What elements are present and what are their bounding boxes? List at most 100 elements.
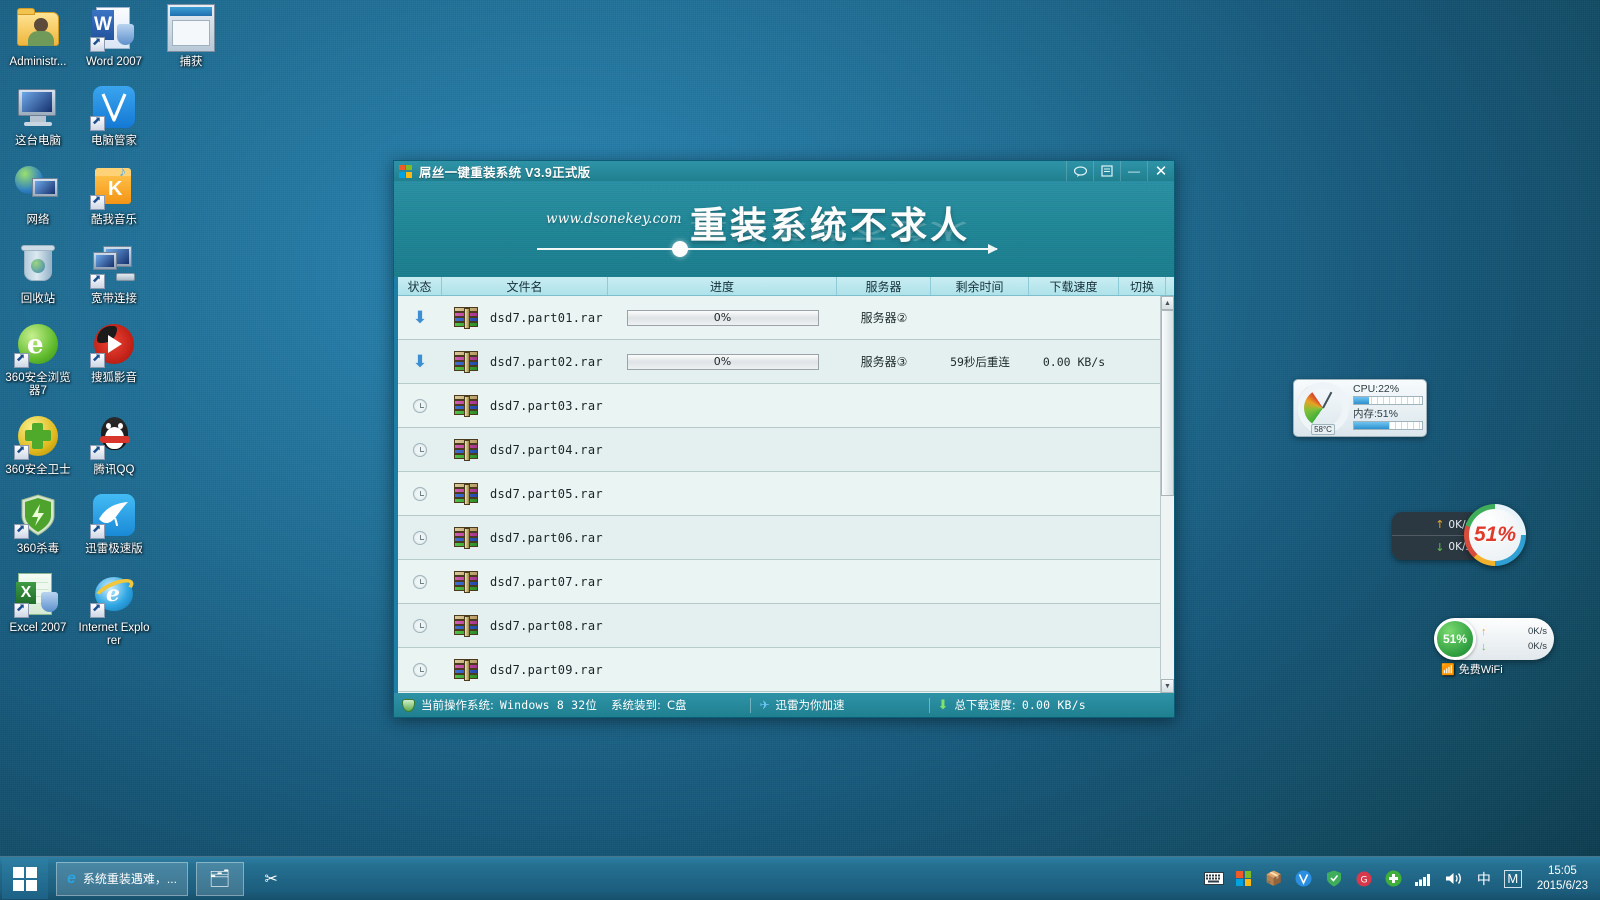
- desktop-icon-qq[interactable]: 腾讯QQ: [78, 412, 150, 477]
- column-header-1[interactable]: 文件名: [442, 277, 608, 295]
- desktop-icon-this-pc[interactable]: 这台电脑: [2, 83, 74, 148]
- desktop-icon-360-safeguard[interactable]: 360安全卫士: [2, 412, 74, 477]
- cell-filename: dsd7.part08.rar: [442, 604, 608, 647]
- keyboard-icon[interactable]: [1203, 869, 1224, 889]
- kuwo-music-tray-icon[interactable]: 📦: [1264, 869, 1284, 889]
- desktop-icon-excel[interactable]: X Excel 2007: [2, 570, 74, 635]
- cell-switch[interactable]: [1119, 472, 1166, 515]
- cell-switch[interactable]: [1119, 560, 1166, 603]
- cpu-meter-gadget[interactable]: 58°C CPU:22% 内存:51%: [1293, 379, 1427, 437]
- pc-manager-tray-icon[interactable]: [1294, 869, 1314, 889]
- filename-text: dsd7.part01.rar: [490, 310, 603, 325]
- cell-server: [837, 516, 931, 559]
- desktop-icon-recycle-bin[interactable]: 回收站: [2, 241, 74, 306]
- cpu-gauge-icon: 58°C: [1297, 382, 1349, 435]
- table-row[interactable]: dsd7.part04.rar: [398, 428, 1174, 472]
- desktop-icon-360-browser[interactable]: e 360安全浏览器7: [2, 320, 74, 398]
- desktop-icon-label: 网络: [26, 214, 50, 226]
- user-folder-icon: [14, 4, 62, 52]
- taskbar-item-file-explorer[interactable]: 🗂: [195, 861, 244, 896]
- free-wifi-label[interactable]: 📶 免费WiFi: [1441, 661, 1503, 677]
- table-row[interactable]: ⬇ dsd7.part02.rar 0% 服务器③ 59秒后重连 0.00 KB/s: [398, 340, 1174, 384]
- desktop-icon-ie[interactable]: e Internet Explorer: [78, 570, 150, 648]
- feedback-bubble-icon[interactable]: [1066, 161, 1093, 181]
- volume-icon[interactable]: [1444, 869, 1464, 889]
- cell-status: [398, 604, 442, 647]
- form-report-icon[interactable]: [1093, 161, 1120, 181]
- thunder-bird-icon: ✈: [759, 697, 770, 712]
- cell-filename: dsd7.part01.rar: [442, 296, 608, 339]
- scroll-up-button[interactable]: ▲: [1161, 296, 1174, 310]
- shortcut-overlay-icon: [90, 601, 105, 618]
- waiting-clock-icon: [413, 574, 427, 589]
- table-row[interactable]: dsd7.part06.rar: [398, 516, 1174, 560]
- column-header-0[interactable]: 状态: [398, 277, 442, 295]
- cell-status: ⬇: [398, 340, 442, 383]
- window-title-bar[interactable]: 屌丝一键重装系统 V3.9正式版 — ✕: [394, 161, 1174, 181]
- minimize-button[interactable]: —: [1120, 161, 1147, 181]
- free-wifi-text: 免费WiFi: [1458, 664, 1503, 676]
- 360-safeguard-tray-icon[interactable]: [1384, 869, 1404, 889]
- cell-switch[interactable]: [1119, 384, 1166, 427]
- column-header-4[interactable]: 剩余时间: [931, 277, 1029, 295]
- banner-website: www.dsonekey.com: [546, 211, 682, 227]
- 360-speed-rows: ↑ 0K/s ↓ 0K/s: [1476, 624, 1554, 654]
- close-button[interactable]: ✕: [1147, 161, 1174, 181]
- desktop-icon-thunder[interactable]: 迅雷极速版: [78, 491, 150, 556]
- desktop-icon-word[interactable]: W Word 2007: [78, 4, 150, 69]
- 360-shield-tray-icon[interactable]: [1324, 869, 1344, 889]
- column-header-6[interactable]: 切换: [1119, 277, 1166, 295]
- desktop-icon-pc-manager[interactable]: 电脑管家: [78, 83, 150, 148]
- desktop-icon-broadband-connection[interactable]: 宽带连接: [78, 241, 150, 306]
- file-explorer-icon: 🗂: [208, 868, 231, 888]
- ime-m-icon[interactable]: M: [1503, 869, 1522, 888]
- taskbar-item-snipping-tool[interactable]: ✂: [252, 862, 291, 896]
- table-row[interactable]: dsd7.part05.rar: [398, 472, 1174, 516]
- qq-icon: [90, 412, 138, 460]
- recorder-tray-icon[interactable]: G: [1354, 869, 1374, 889]
- scrollbar-track[interactable]: [1161, 310, 1174, 679]
- cell-filename: dsd7.part06.rar: [442, 516, 608, 559]
- table-row[interactable]: dsd7.part07.rar: [398, 560, 1174, 604]
- desktop-icon-label: Word 2007: [85, 56, 143, 68]
- cell-switch[interactable]: [1119, 516, 1166, 559]
- rar-archive-icon: [454, 658, 480, 681]
- column-header-2[interactable]: 进度: [608, 277, 837, 295]
- floating-percent-ball[interactable]: 51%: [1464, 504, 1526, 566]
- shortcut-overlay-icon: [14, 443, 29, 460]
- taskbar-item-ie[interactable]: e 系统重装遇难，...: [56, 861, 188, 896]
- table-row[interactable]: dsd7.part09.rar: [398, 648, 1174, 692]
- scrollbar-thumb[interactable]: [1161, 310, 1174, 496]
- desktop-icon-network[interactable]: 网络: [2, 162, 74, 227]
- cell-switch[interactable]: [1119, 604, 1166, 647]
- taskbar-clock[interactable]: 15:05 2015/6/23: [1537, 864, 1588, 894]
- cell-remaining-time: [931, 296, 1029, 339]
- cell-filename: dsd7.part05.rar: [442, 472, 608, 515]
- cell-switch[interactable]: [1119, 296, 1166, 339]
- scroll-down-button[interactable]: ▼: [1161, 679, 1174, 693]
- ime-chinese-icon[interactable]: 中: [1474, 869, 1494, 889]
- cell-switch[interactable]: [1119, 648, 1166, 691]
- filename-text: dsd7.part05.rar: [490, 486, 603, 501]
- cell-download-speed: [1029, 648, 1119, 691]
- cell-switch[interactable]: [1119, 428, 1166, 471]
- desktop-icon-360-antivirus[interactable]: 360杀毒: [2, 491, 74, 556]
- 360-floating-ball-gadget[interactable]: 51% ↑ 0K/s ↓ 0K/s: [1434, 618, 1554, 660]
- start-button[interactable]: [2, 858, 48, 899]
- windows-tray-icon[interactable]: [1234, 869, 1254, 889]
- thunder-icon: [90, 491, 138, 539]
- desktop-icon-user-folder[interactable]: Administr...: [2, 4, 74, 69]
- column-header-5[interactable]: 下载速度: [1029, 277, 1119, 295]
- desktop-icon-sohu-video[interactable]: 搜狐影音: [78, 320, 150, 385]
- desktop-icon-capture[interactable]: 捕获: [155, 4, 227, 69]
- signal-strength-icon[interactable]: [1414, 869, 1434, 889]
- cell-server: [837, 604, 931, 647]
- desktop-icon-kuwo-music[interactable]: K♪ 酷我音乐: [78, 162, 150, 227]
- cell-switch[interactable]: [1119, 340, 1166, 383]
- vertical-scrollbar[interactable]: ▲ ▼: [1160, 296, 1174, 693]
- cell-status: ⬇: [398, 296, 442, 339]
- table-row[interactable]: dsd7.part03.rar: [398, 384, 1174, 428]
- table-row[interactable]: ⬇ dsd7.part01.rar 0% 服务器②: [398, 296, 1174, 340]
- column-header-3[interactable]: 服务器: [837, 277, 931, 295]
- table-row[interactable]: dsd7.part08.rar: [398, 604, 1174, 648]
